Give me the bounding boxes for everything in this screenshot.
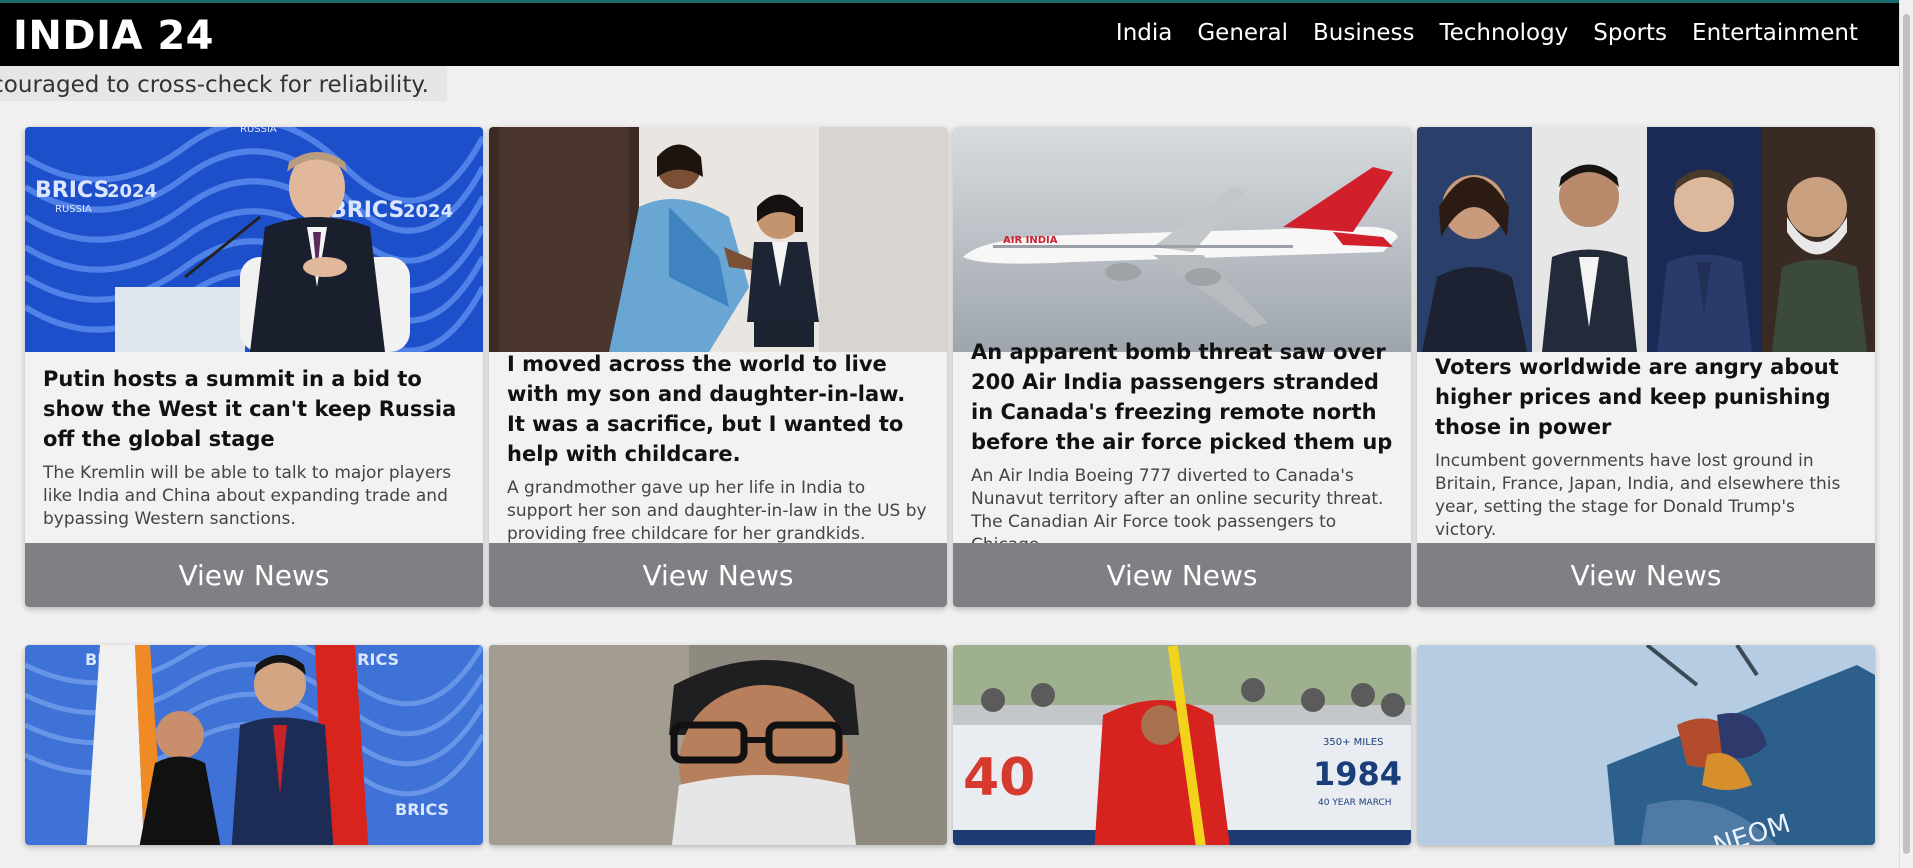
news-title[interactable]: Putin hosts a summit in a bid to show th… (43, 364, 465, 454)
card-body: An apparent bomb threat saw over 200 Air… (953, 340, 1411, 555)
news-card: BRICS 2024 RUSSIA BRICS 2024 RUSSIA Puti… (25, 127, 483, 607)
vertical-scrollbar[interactable] (1899, 0, 1913, 868)
navbar: INDIA 24 India General Business Technolo… (0, 3, 1900, 66)
image-text-russia: RUSSIA (55, 204, 92, 215)
card-body: Voters worldwide are angry about higher … (1417, 352, 1875, 542)
scrollbar-thumb[interactable] (1903, 14, 1910, 854)
news-image-world-leaders[interactable] (1417, 127, 1875, 352)
news-description: A grandmother gave up her life in India … (507, 477, 927, 544)
news-description: Incumbent governments have lost ground i… (1435, 451, 1841, 540)
card-body: Putin hosts a summit in a bid to show th… (25, 352, 483, 542)
news-ticker: couraged to cross-check for reliability. (0, 66, 447, 101)
news-image-neom-billboard[interactable]: NEOM (1417, 645, 1875, 845)
nav-india[interactable]: India (1116, 20, 1172, 46)
image-text-brics-5: BRICS (395, 800, 449, 819)
view-news-button[interactable]: View News (953, 543, 1411, 607)
news-card: AIR INDIA An apparent bomb threat saw ov… (953, 127, 1411, 607)
news-image-protest-march[interactable]: 40 1984 350+ MILES 40 YEAR MARCH (953, 645, 1411, 845)
news-card: BRICS BRICS BRICS (25, 645, 483, 845)
image-text-banner-sub: 40 YEAR MARCH (1318, 798, 1392, 808)
news-title[interactable]: I moved across the world to live with my… (507, 349, 929, 469)
image-text-year-2: 2024 (403, 201, 453, 222)
image-text-brics: BRICS (35, 178, 109, 203)
nav-general[interactable]: General (1197, 20, 1288, 46)
image-text-airline: AIR INDIA (1003, 235, 1058, 246)
nav-entertainment[interactable]: Entertainment (1692, 20, 1858, 46)
news-image-sikh-man[interactable] (489, 645, 947, 845)
image-text-year: 2024 (107, 181, 157, 202)
image-text-banner-1984: 1984 (1313, 755, 1402, 793)
ticker-text: couraged to cross-check for reliability. (0, 72, 429, 98)
card-body: I moved across the world to live with my… (489, 349, 947, 544)
view-news-button[interactable]: View News (1417, 543, 1875, 607)
news-title[interactable]: An apparent bomb threat saw over 200 Air… (971, 337, 1393, 457)
news-card: Voters worldwide are angry about higher … (1417, 127, 1875, 607)
view-news-button[interactable]: View News (489, 543, 947, 607)
main-nav: India General Business Technology Sports… (1116, 20, 1858, 46)
news-image-putin[interactable]: BRICS 2024 RUSSIA BRICS 2024 RUSSIA (25, 127, 483, 352)
view-news-button[interactable]: View News (25, 543, 483, 607)
news-description: The Kremlin will be able to talk to majo… (43, 462, 452, 529)
nav-technology[interactable]: Technology (1439, 20, 1568, 46)
news-card: I moved across the world to live with my… (489, 127, 947, 607)
news-card (489, 645, 947, 845)
news-image-air-india-plane[interactable]: AIR INDIA (953, 127, 1411, 352)
news-image-modi-xi[interactable]: BRICS BRICS BRICS (25, 645, 483, 845)
nav-business[interactable]: Business (1313, 20, 1414, 46)
image-text-banner-miles: 350+ MILES (1323, 737, 1383, 748)
news-title[interactable]: Voters worldwide are angry about higher … (1435, 352, 1857, 442)
image-text-russia-2: RUSSIA (240, 127, 277, 135)
news-card: NEOM (1417, 645, 1875, 845)
nav-sports[interactable]: Sports (1593, 20, 1667, 46)
news-image-grandmother[interactable] (489, 127, 947, 352)
news-card: 40 1984 350+ MILES 40 YEAR MARCH (953, 645, 1411, 845)
image-text-banner-40: 40 (963, 748, 1035, 808)
site-logo[interactable]: INDIA 24 (13, 13, 214, 59)
news-grid: BRICS 2024 RUSSIA BRICS 2024 RUSSIA Puti… (25, 127, 1875, 845)
